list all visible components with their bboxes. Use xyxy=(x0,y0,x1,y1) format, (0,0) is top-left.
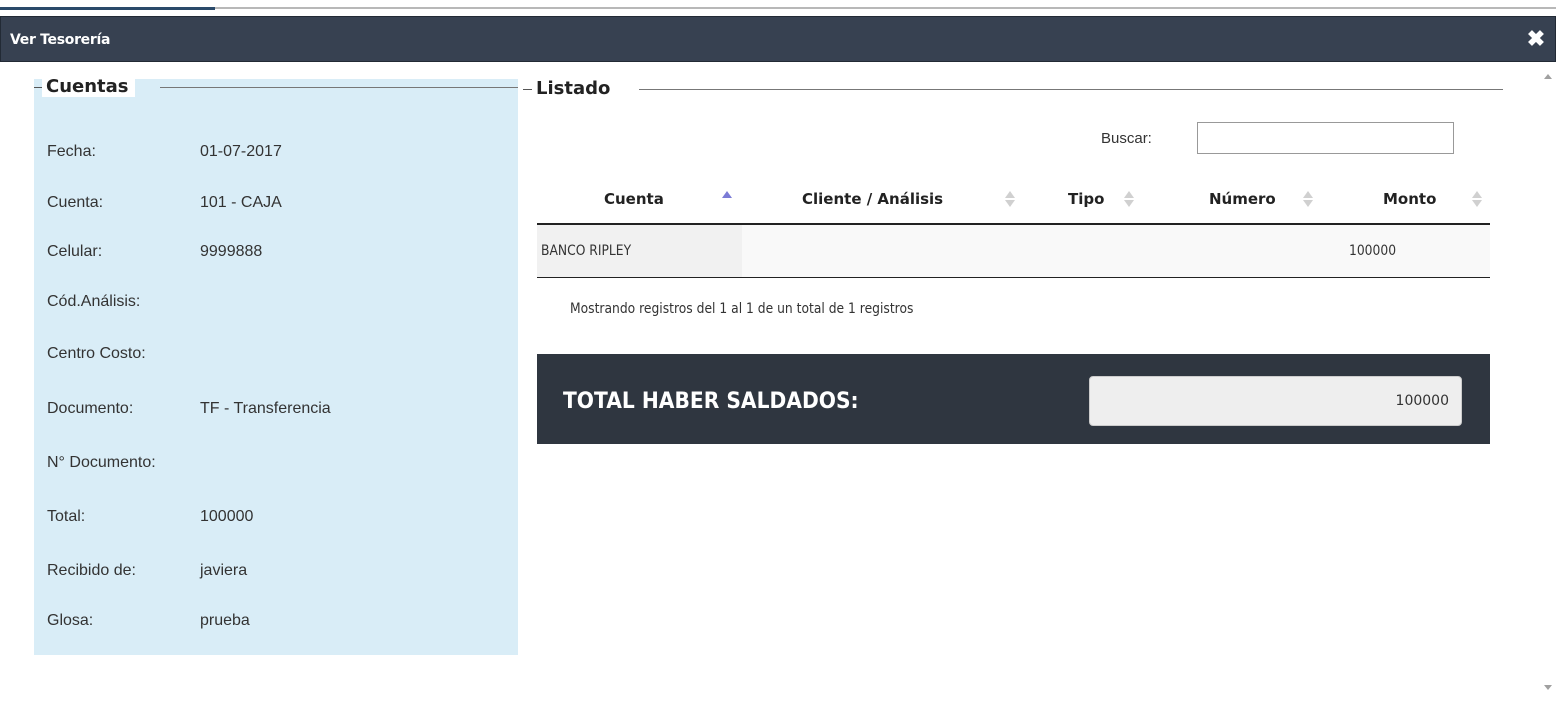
sort-both-icon xyxy=(1005,191,1015,207)
column-label: Número xyxy=(1209,190,1276,208)
search-input[interactable] xyxy=(1197,122,1454,154)
scroll-down-arrow-icon[interactable] xyxy=(1544,685,1552,690)
field-value: 100000 xyxy=(200,508,254,525)
total-label: TOTAL HABER SALDADOS: xyxy=(563,389,859,414)
vertical-scrollbar[interactable] xyxy=(1540,62,1556,704)
field-label: Celular: xyxy=(47,243,103,260)
field-label: Recibido de: xyxy=(47,562,136,579)
dialog-title: Ver Tesorería xyxy=(10,32,111,48)
field-label: Fecha: xyxy=(47,143,96,160)
table-row[interactable]: BANCO RIPLEY 100000 xyxy=(537,225,1490,278)
active-tab-indicator xyxy=(0,7,215,10)
column-header-cliente-analisis[interactable]: Cliente / Análisis xyxy=(742,177,1022,225)
column-label: Cliente / Análisis xyxy=(802,190,944,208)
column-header-cuenta[interactable]: Cuenta xyxy=(537,177,742,225)
sort-both-icon xyxy=(1472,191,1482,207)
column-label: Cuenta xyxy=(604,190,664,208)
field-value: TF - Transferencia xyxy=(200,400,331,417)
close-icon[interactable]: ✖ xyxy=(1525,27,1547,51)
cell-cuenta: BANCO RIPLEY xyxy=(541,243,632,259)
field-value: javiera xyxy=(200,562,248,579)
sort-both-icon xyxy=(1124,191,1134,207)
field-value: 01-07-2017 xyxy=(200,143,282,160)
tesoreria-dialog: Ver Tesorería ✖ Cuentas Fecha: 01-07-201… xyxy=(0,16,1556,704)
column-label: Monto xyxy=(1383,190,1437,208)
cell-monto: 100000 xyxy=(1349,243,1397,259)
column-header-tipo[interactable]: Tipo xyxy=(1022,177,1152,225)
cuentas-legend: Cuentas xyxy=(34,77,518,97)
field-label: Total: xyxy=(47,508,86,525)
field-label: Cód.Análisis: xyxy=(47,293,141,310)
listado-legend: Listado xyxy=(523,79,1503,99)
field-value: 9999888 xyxy=(200,243,263,260)
field-value: 101 - CAJA xyxy=(200,194,282,211)
legend-rule xyxy=(639,89,1503,90)
scroll-up-arrow-icon[interactable] xyxy=(1544,74,1552,79)
field-value: prueba xyxy=(200,612,250,629)
field-label: N° Documento: xyxy=(47,454,156,471)
column-header-monto[interactable]: Monto xyxy=(1320,177,1490,225)
column-label: Tipo xyxy=(1068,190,1105,208)
column-header-numero[interactable]: Número xyxy=(1152,177,1320,225)
field-label: Documento: xyxy=(47,400,134,417)
table-header: Cuenta Cliente / Análisis Tipo Número Mo… xyxy=(537,177,1490,225)
field-label: Glosa: xyxy=(47,612,94,629)
cuentas-legend-label: Cuentas xyxy=(42,77,135,97)
search-label: Buscar: xyxy=(1101,130,1152,147)
total-value-field[interactable] xyxy=(1089,376,1462,426)
total-bar: TOTAL HABER SALDADOS: xyxy=(537,354,1490,444)
legend-rule xyxy=(160,87,518,88)
dialog-content: Cuentas Fecha: 01-07-2017 Cuenta: 101 - … xyxy=(0,62,1540,704)
sort-asc-icon xyxy=(722,191,732,207)
field-label: Centro Costo: xyxy=(47,345,146,362)
background-page-strip xyxy=(0,0,1556,16)
legend-dash xyxy=(523,89,532,90)
page-divider xyxy=(0,7,1556,9)
sort-both-icon xyxy=(1303,191,1313,207)
listado-legend-label: Listado xyxy=(532,79,617,99)
field-label: Cuenta: xyxy=(47,194,104,211)
table-info: Mostrando registros del 1 al 1 de un tot… xyxy=(570,301,914,317)
dialog-titlebar[interactable]: Ver Tesorería ✖ xyxy=(0,16,1556,62)
